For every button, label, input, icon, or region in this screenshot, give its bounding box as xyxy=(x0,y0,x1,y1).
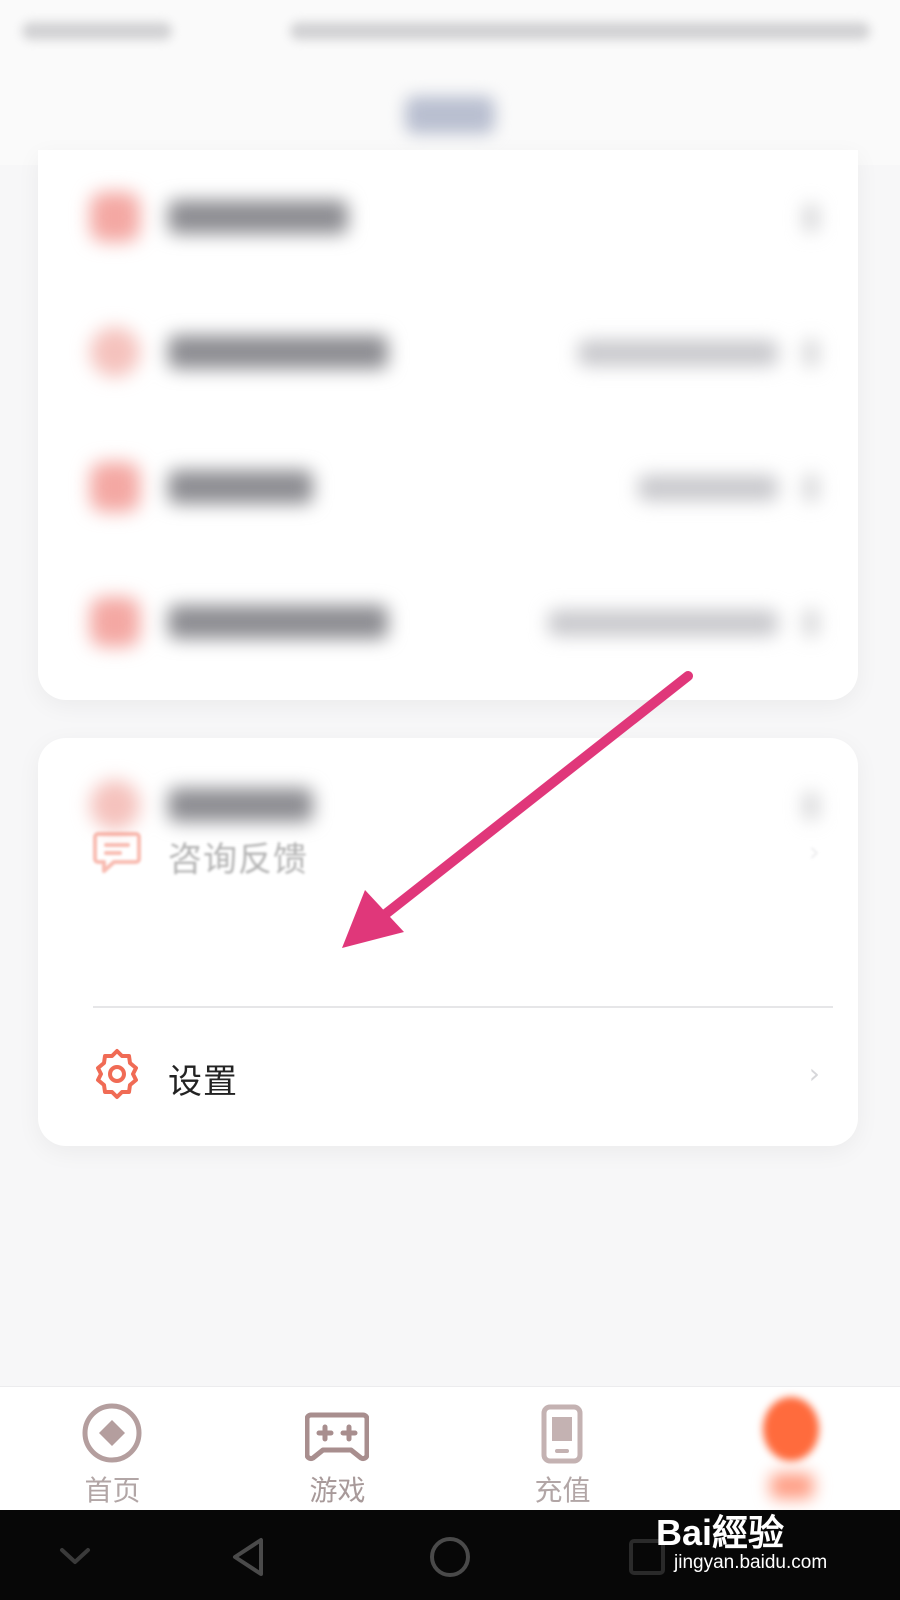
menu-item-feedback[interactable]: 咨询反馈 › xyxy=(38,788,858,918)
menu-value-blurred xyxy=(548,610,778,636)
menu-icon-blurred xyxy=(90,597,140,647)
watermark-logo-text: Bai經验 xyxy=(656,1512,785,1553)
tab-games[interactable]: 游戏 xyxy=(225,1387,450,1511)
tab-mine-label-blurred xyxy=(770,1473,814,1499)
baidu-jingyan-watermark: Bai經验 jingyan.baidu.com xyxy=(656,1500,886,1590)
menu-item-feedback-label: 咨询反馈 xyxy=(168,840,308,880)
menu-icon-blurred xyxy=(90,327,140,377)
tab-mine[interactable] xyxy=(675,1387,900,1511)
tab-games-label: 游戏 xyxy=(309,1474,366,1507)
menu-row-blurred[interactable] xyxy=(38,555,858,690)
profile-icon xyxy=(763,1397,819,1461)
menu-value-blurred xyxy=(578,340,778,366)
status-bar xyxy=(0,0,900,70)
bottom-tab-bar: 首页 游戏 充值 xyxy=(0,1386,900,1511)
menu-label-blurred xyxy=(168,605,388,639)
gear-icon xyxy=(96,1049,138,1099)
menu-icon-blurred xyxy=(90,462,140,512)
carrier-text-blurred xyxy=(22,22,172,40)
back-triangle-icon[interactable] xyxy=(225,1532,275,1582)
chevron-right-icon: › xyxy=(808,1057,820,1090)
menu-label-blurred xyxy=(168,200,348,234)
menu-value-blurred xyxy=(638,475,778,501)
tab-home-label: 首页 xyxy=(84,1474,141,1507)
menu-icon-blurred xyxy=(90,192,140,242)
menu-item-settings[interactable]: 设置 › xyxy=(38,1010,858,1140)
home-diamond-icon xyxy=(82,1403,142,1463)
tab-recharge-label: 充值 xyxy=(534,1474,591,1507)
menu-row-blurred[interactable] xyxy=(38,285,858,420)
menu-row-blurred[interactable] xyxy=(38,420,858,555)
chevron-right-icon xyxy=(804,204,818,232)
gamepad-icon xyxy=(305,1412,369,1462)
chevron-right-icon xyxy=(804,339,818,367)
menu-label-blurred xyxy=(168,335,388,369)
phone-icon xyxy=(541,1404,583,1464)
tab-home[interactable]: 首页 xyxy=(0,1387,225,1511)
page-title-blurred xyxy=(405,96,495,134)
status-icons-blurred xyxy=(290,22,870,40)
chevron-right-icon: › xyxy=(808,835,820,868)
chevron-right-icon xyxy=(804,474,818,502)
chevron-right-icon xyxy=(804,609,818,637)
tab-recharge[interactable]: 充值 xyxy=(450,1387,675,1511)
menu-label-blurred xyxy=(168,470,313,504)
menu-row-blurred[interactable] xyxy=(38,150,858,285)
collapse-chevron-icon[interactable] xyxy=(50,1532,100,1582)
home-circle-icon[interactable] xyxy=(425,1532,475,1582)
menu-card-top xyxy=(38,150,858,700)
chat-bubble-icon xyxy=(93,832,141,873)
watermark-url: jingyan.baidu.com xyxy=(674,1552,828,1573)
menu-item-settings-label: 设置 xyxy=(168,1062,238,1102)
divider xyxy=(93,1006,833,1008)
